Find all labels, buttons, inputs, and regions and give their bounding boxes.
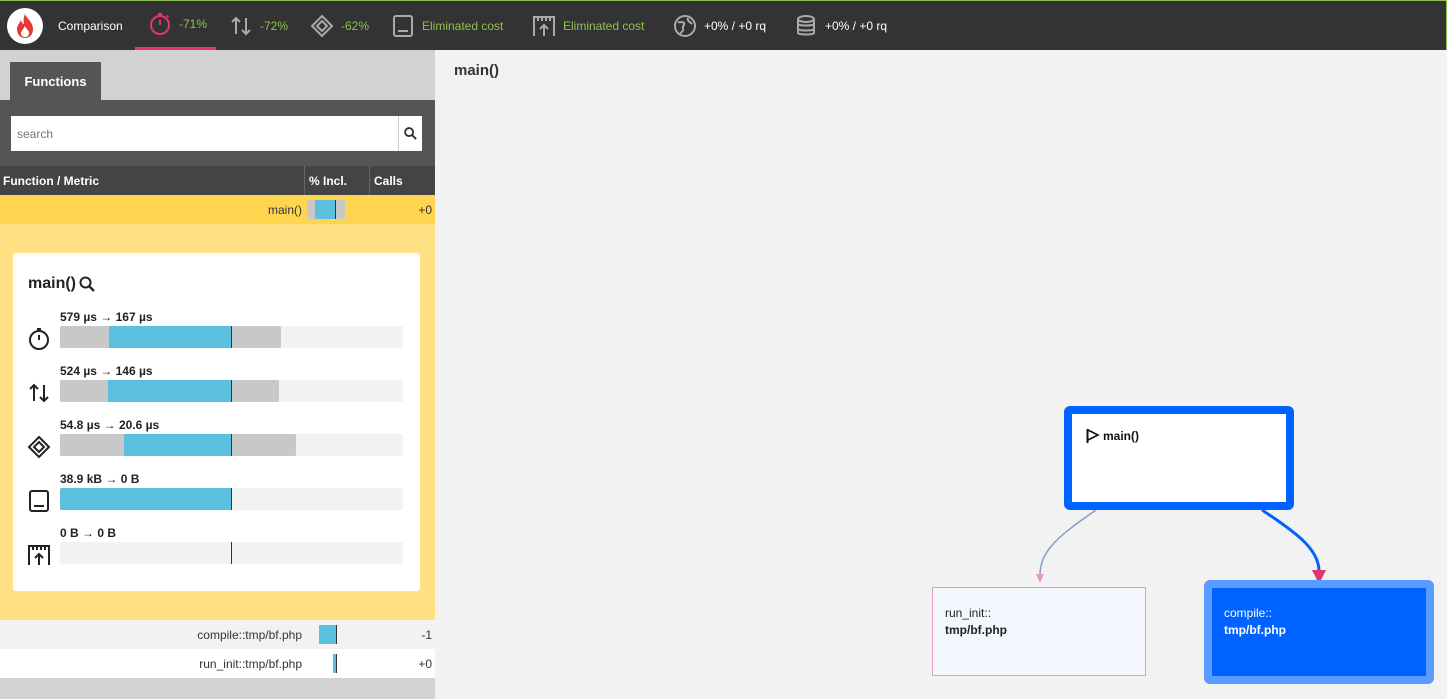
node-run-init-label: run_init:: tmp/bf.php	[945, 605, 1007, 639]
node-run-init-line2: tmp/bf.php	[945, 623, 1007, 637]
node-run-init[interactable]: run_init:: tmp/bf.php	[932, 587, 1146, 676]
edge-main-compile	[1261, 508, 1321, 571]
node-main-body: main()	[1072, 414, 1286, 502]
node-main[interactable]: main()	[1064, 406, 1294, 510]
entry-flag-icon	[1086, 429, 1100, 443]
node-main-label: main()	[1086, 428, 1139, 444]
node-compile-body: compile:: tmp/bf.php	[1212, 588, 1426, 676]
node-compile-label: compile:: tmp/bf.php	[1224, 605, 1286, 639]
node-compile[interactable]: compile:: tmp/bf.php	[1204, 580, 1434, 684]
edge-arrow-run-init	[1036, 574, 1044, 583]
node-compile-line2: tmp/bf.php	[1224, 623, 1286, 637]
node-main-text: main()	[1103, 429, 1139, 443]
node-compile-line1: compile::	[1224, 606, 1273, 620]
node-run-init-line1: run_init::	[945, 606, 992, 620]
edge-main-run-init	[1039, 509, 1097, 576]
